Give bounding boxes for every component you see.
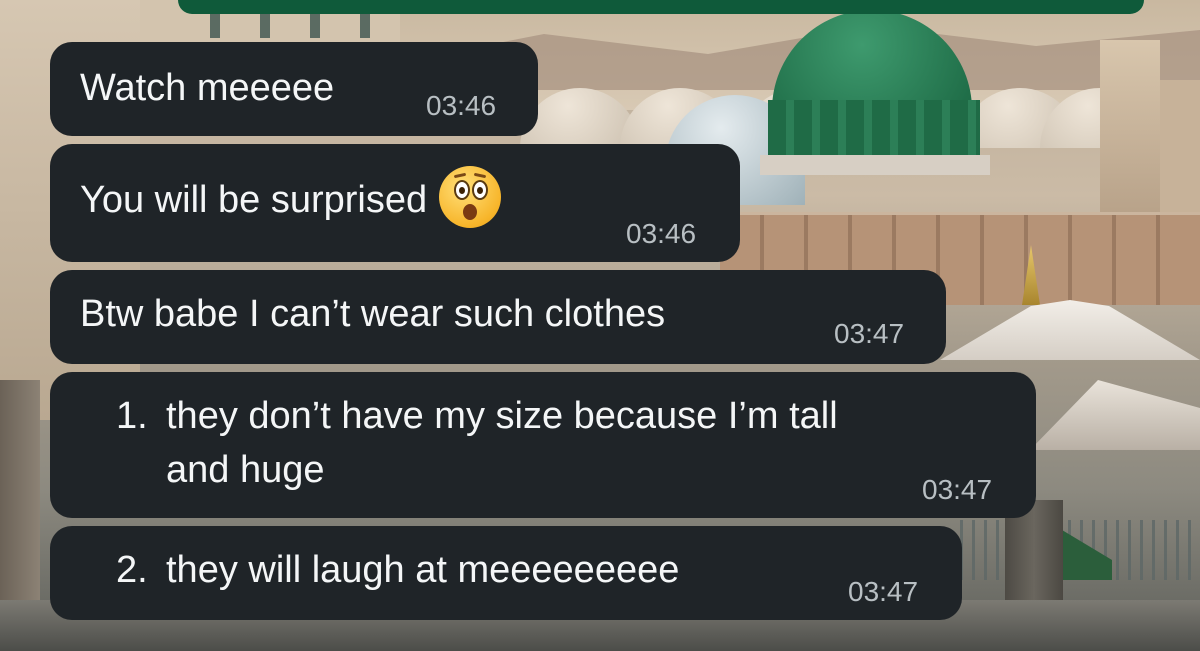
message-text-content: You will be surprised xyxy=(80,179,428,221)
message-timestamp: 03:47 xyxy=(848,576,919,607)
astonished-face-emoji-icon xyxy=(439,165,502,228)
wallpaper-green-drum xyxy=(768,100,980,162)
wallpaper-umbrella xyxy=(1030,380,1200,450)
message-list-item: 1. they don’t have my size because I’m ta… xyxy=(116,390,838,442)
message-text: they will laugh at meeeeeeeee xyxy=(166,549,680,591)
message-text: Btw babe I can’t wear such clothes xyxy=(80,293,666,335)
message-bubble[interactable]: You will be surprised 03:46 xyxy=(50,144,740,262)
chat-screen: Watch meeeee 03:46 You will be surprised… xyxy=(0,0,1200,651)
wallpaper-minaret xyxy=(1100,40,1160,220)
top-banner-edge xyxy=(178,0,1144,14)
wallpaper-dome-base xyxy=(760,155,990,175)
message-text: Watch meeeee xyxy=(80,67,335,109)
message-text: You will be surprised xyxy=(80,165,502,228)
message-text-continued: and huge xyxy=(166,449,325,491)
message-timestamp: 03:46 xyxy=(626,218,697,249)
message-timestamp: 03:47 xyxy=(922,474,993,505)
message-text: they don’t have my size because I’m tall xyxy=(166,395,838,437)
message-timestamp: 03:47 xyxy=(834,318,905,349)
message-bubble[interactable]: 1. they don’t have my size because I’m ta… xyxy=(50,372,1036,518)
wallpaper-minaret xyxy=(1160,80,1200,230)
list-number: 1. xyxy=(116,395,148,437)
message-timestamp: 03:46 xyxy=(426,90,497,121)
message-bubble[interactable]: Btw babe I can’t wear such clothes 03:47 xyxy=(50,270,946,364)
message-bubble[interactable]: 2. they will laugh at meeeeeeeee 03:47 xyxy=(50,526,962,620)
list-number: 2. xyxy=(116,549,148,591)
message-bubble[interactable]: Watch meeeee 03:46 xyxy=(50,42,538,136)
message-list-item: 2. they will laugh at meeeeeeeee xyxy=(116,544,679,596)
wallpaper-umbrella xyxy=(940,300,1200,360)
